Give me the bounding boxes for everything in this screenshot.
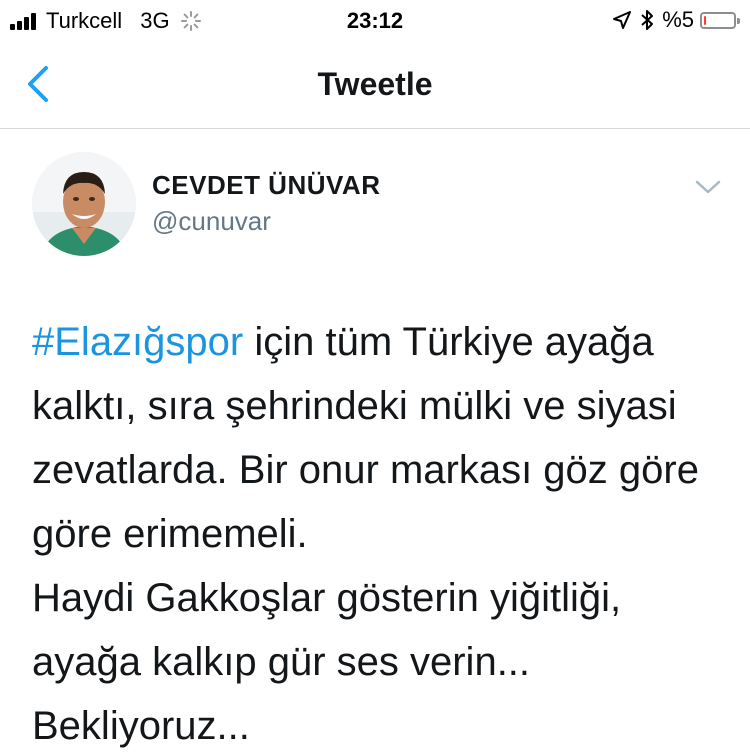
location-arrow-icon: [613, 11, 632, 29]
tweet-options-button[interactable]: [694, 178, 722, 196]
author-name[interactable]: CEVDET ÜNÜVAR: [152, 170, 380, 201]
page-title: Tweetle: [317, 66, 433, 102]
tweet-line: kalktı, sıra şehrindeki mülki ve siyasi: [32, 384, 677, 428]
battery-level: [704, 15, 706, 25]
battery-percent: %5: [662, 7, 694, 32]
hashtag-link[interactable]: #Elazığspor: [32, 320, 243, 364]
nav-bar: Tweetle: [0, 40, 750, 129]
status-right: %5: [612, 7, 740, 33]
tweet-line: Bekliyoruz...: [32, 704, 250, 748]
status-bar: Turkcell 3G 23:12 %5: [0, 0, 750, 40]
author-handle[interactable]: @cunuvar: [152, 206, 271, 237]
tweet-line: zevatlarda. Bir onur markası göz göre: [32, 448, 699, 492]
tweet-line: Haydi Gakkoşlar gösterin yiğitliği,: [32, 576, 622, 620]
tweet-line: göre erimemeli.: [32, 512, 308, 556]
screen: Turkcell 3G 23:12 %5 Tweetle CEVDET ÜNÜV…: [0, 0, 750, 752]
avatar[interactable]: [32, 152, 136, 256]
battery-icon: [700, 11, 740, 29]
tweet-line-text: için tüm Türkiye ayağa: [243, 320, 654, 364]
chevron-down-icon: [695, 180, 721, 194]
bluetooth-icon: [641, 10, 654, 30]
tweet-text: #Elazığspor için tüm Türkiye ayağa kalkt…: [32, 310, 722, 752]
profile-photo: [32, 152, 136, 256]
tweet-line: #Elazığspor için tüm Türkiye ayağa: [32, 310, 722, 374]
tweet-line: ayağa kalkıp gür ses verin...: [32, 640, 531, 684]
